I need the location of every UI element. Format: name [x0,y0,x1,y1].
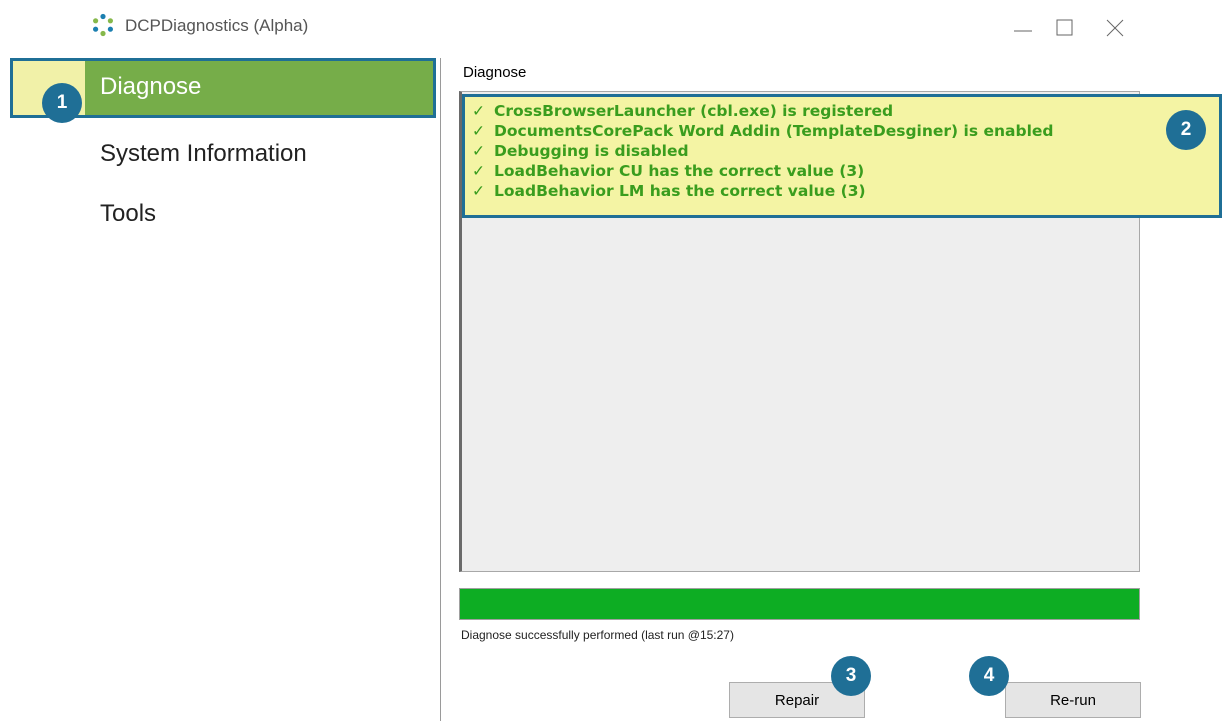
sidebar-item-system-information[interactable]: System Information [0,134,440,194]
results-list: ✓ CrossBrowserLauncher (cbl.exe) is regis… [472,101,1054,201]
window-title: DCPDiagnostics (Alpha) [125,16,309,35]
annotation-badge: 4 [969,656,1009,696]
result-text: DocumentsCorePack Word Addin (TemplateDe… [494,122,1054,140]
progress-bar [459,588,1140,620]
list-item: ✓ DocumentsCorePack Word Addin (TemplateD… [472,121,1054,141]
check-icon: ✓ [472,102,485,120]
sidebar-item-label: Tools [100,200,157,227]
annotation-badge: 1 [42,83,82,123]
minimize-button[interactable] [1000,10,1046,44]
maximize-icon [1056,19,1073,36]
close-icon [1106,19,1124,37]
app-logo-icon [93,13,113,37]
sidebar-divider [440,58,441,721]
minimize-icon [1014,30,1032,32]
sidebar-nav: Diagnose System Information Tools [0,58,440,721]
annotation-badge: 2 [1166,110,1206,150]
check-icon: ✓ [472,182,485,200]
maximize-button[interactable] [1045,10,1085,44]
progress-fill [460,589,1139,619]
title-bar: DCPDiagnostics (Alpha) [0,0,1222,64]
result-text: CrossBrowserLauncher (cbl.exe) is regist… [494,102,894,120]
list-item: ✓ LoadBehavior CU has the correct value (… [472,161,1054,181]
list-item: ✓ CrossBrowserLauncher (cbl.exe) is regis… [472,101,1054,121]
result-text: LoadBehavior LM has the correct value (3… [494,182,866,200]
list-item: ✓ Debugging is disabled [472,141,1054,161]
close-button[interactable] [1095,10,1135,44]
status-text: Diagnose successfully performed (last ru… [461,628,734,642]
sidebar-item-label: System Information [100,140,307,167]
rerun-button[interactable]: Re-run [1005,682,1141,718]
check-icon: ✓ [472,122,485,140]
result-text: LoadBehavior CU has the correct value (3… [494,162,865,180]
list-item: ✓ LoadBehavior LM has the correct value (… [472,181,1054,201]
check-icon: ✓ [472,142,485,160]
section-title: Diagnose [463,64,527,81]
result-text: Debugging is disabled [494,142,689,160]
sidebar-item-label: Diagnose [100,73,202,100]
check-icon: ✓ [472,162,485,180]
sidebar-item-tools[interactable]: Tools [0,194,440,254]
annotation-badge: 3 [831,656,871,696]
